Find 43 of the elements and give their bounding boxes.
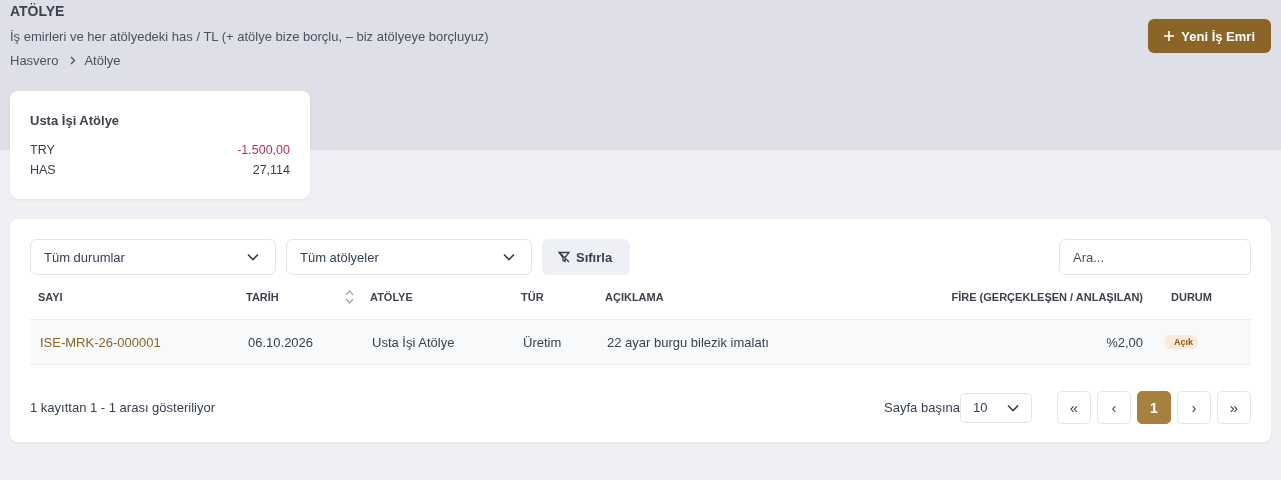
status-dropdown[interactable]: Tüm durumlar	[30, 239, 276, 275]
table-cell-text: 06.10.2026	[247, 334, 315, 350]
column-header: TÜR	[520, 291, 545, 303]
chevron-down-icon	[1007, 403, 1019, 412]
column-header: FİRE (GERÇEKLEŞEN / ANLAŞILAN)	[950, 291, 1144, 303]
currency-label: TRY	[30, 142, 55, 159]
filter-clear-icon	[558, 251, 570, 263]
plus-icon	[1164, 31, 1175, 41]
table-cell-text: 22 ayar burgu bilezik imalatı	[606, 334, 770, 350]
per-page-label: Sayfa başına	[884, 400, 960, 415]
card-title: Usta İşi Atölye	[30, 113, 121, 128]
page-subtitle: İş emirleri ve her atölyedeki has / TL (+ atölye bize borçlu, – biz atölyeye borçluyuz)	[10, 29, 489, 44]
first-page-button[interactable]: «	[1057, 391, 1091, 424]
column-header: AÇIKLAMA	[604, 291, 665, 303]
previous-page-button[interactable]: ‹	[1097, 391, 1131, 424]
page-button[interactable]: 1	[1137, 391, 1171, 424]
column-header: DURUM	[1170, 291, 1213, 303]
table-cell-text: Usta İşi Atölye	[371, 334, 456, 350]
breadcrumb-item[interactable]: Atölye	[84, 53, 121, 68]
breadcrumb-item[interactable]: Hasvero	[10, 53, 59, 68]
column-header: ATÖLYE	[369, 291, 414, 303]
work-order-link[interactable]: ISE-MRK-26-000001	[30, 334, 238, 350]
currency-label: HAS	[30, 162, 56, 179]
table-cell-text: %2,00	[1105, 334, 1144, 350]
page-title: ATÖLYE	[10, 3, 66, 19]
per-page-dropdown[interactable]: 10	[960, 392, 1032, 423]
column-header[interactable]: TARİH	[238, 290, 362, 304]
results-summary: 1 kayıttan 1 - 1 arası gösteriliyor	[30, 400, 216, 415]
chevron-down-icon	[247, 253, 259, 261]
new-work-order-button[interactable]: Yeni İş Emri	[1148, 19, 1271, 53]
search-field[interactable]: Ara...	[1059, 239, 1251, 275]
balance-value: 27,114	[252, 162, 290, 179]
chevron-right-icon	[70, 56, 77, 65]
reset-button[interactable]: Sıfırla	[542, 239, 631, 275]
next-page-button[interactable]: ›	[1177, 391, 1211, 424]
workshop-dropdown[interactable]: Tüm atölyeler	[286, 239, 532, 275]
status-badge: Açık	[1164, 335, 1198, 349]
table-cell-text: Üretim	[522, 334, 563, 350]
chevron-down-icon	[503, 253, 515, 261]
column-header: SAYI	[37, 291, 64, 303]
balance-value: -1.500,00	[237, 142, 290, 159]
last-page-button[interactable]: »	[1217, 391, 1251, 424]
sort-icon[interactable]	[345, 290, 354, 304]
